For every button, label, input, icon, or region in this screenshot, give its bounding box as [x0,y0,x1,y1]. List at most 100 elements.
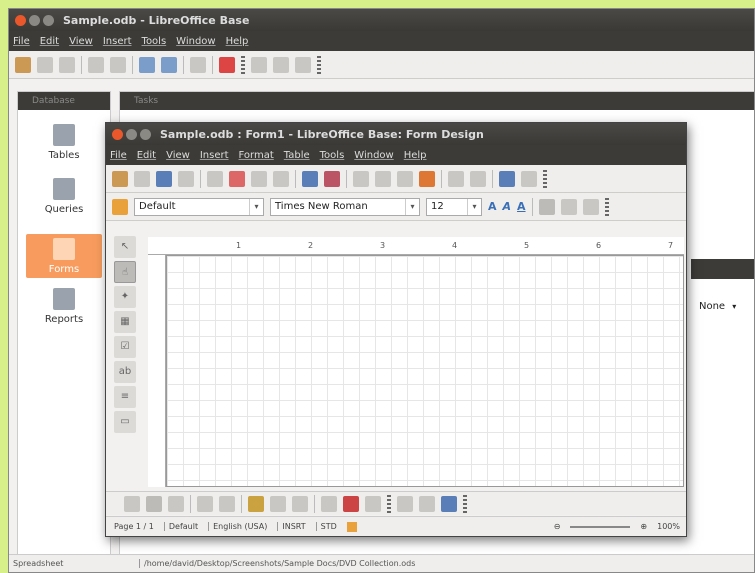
print-icon[interactable] [251,170,267,187]
form-menu-format[interactable]: Format [239,150,274,161]
form-menu-window[interactable]: Window [354,150,393,161]
db-item-reports[interactable]: Reports [26,288,102,332]
form-navigator-icon[interactable]: ▦ [114,311,136,333]
sort-descending-icon[interactable] [161,56,177,73]
print-preview-icon[interactable] [273,170,289,187]
tab-order-icon[interactable] [219,495,235,512]
db-item-forms[interactable]: Forms [26,234,102,278]
menu-help[interactable]: Help [226,36,249,47]
preview-dropdown[interactable]: None ▾ [699,301,736,312]
underline-icon[interactable]: A [517,200,526,213]
align-icon[interactable] [321,495,337,512]
menu-edit[interactable]: Edit [40,36,59,47]
undo-icon[interactable] [448,170,464,187]
toolbar-grip[interactable] [241,55,245,74]
spellcheck-icon[interactable] [302,170,318,187]
copy-icon[interactable] [375,170,391,187]
text-box-icon[interactable]: ab [114,361,136,383]
toolbar-grip[interactable] [387,494,391,513]
save-icon[interactable] [156,170,172,187]
redo-icon[interactable] [470,170,486,187]
bold-icon[interactable]: A [488,200,497,213]
form-properties-icon[interactable] [197,495,213,512]
open-icon[interactable] [134,170,150,187]
paste-icon[interactable] [110,56,126,73]
db-item-tables[interactable]: Tables [26,124,102,168]
bring-to-front-icon[interactable] [343,495,359,512]
copy-icon[interactable] [88,56,104,73]
paste-icon[interactable] [397,170,413,187]
toolbar-grip[interactable] [543,169,547,188]
edit-file-icon[interactable] [207,170,223,187]
menu-insert[interactable]: Insert [103,36,132,47]
db-item-queries[interactable]: Queries [26,178,102,222]
design-mode-toggle-icon[interactable] [146,495,162,512]
select-pointer-icon[interactable]: ↖ [114,236,136,258]
add-field-icon[interactable] [248,495,264,512]
toolbar-grip[interactable] [317,55,321,74]
activation-order-icon[interactable] [270,495,286,512]
pointer-icon[interactable] [397,495,413,512]
control-wizards-icon[interactable]: ✦ [114,286,136,308]
chevron-down-icon[interactable]: ▾ [249,198,263,215]
autospellcheck-icon[interactable] [324,170,340,187]
status-insert-mode[interactable]: INSRT [277,522,306,531]
cut-icon[interactable] [353,170,369,187]
rename-icon[interactable] [295,56,311,73]
align-center-icon[interactable] [560,198,577,215]
form-menu-file[interactable]: File [110,150,127,161]
help-icon[interactable] [219,56,235,73]
form-menu-view[interactable]: View [166,150,190,161]
minimize-window-button[interactable] [29,14,40,26]
clone-formatting-icon[interactable] [419,170,435,187]
menu-view[interactable]: View [69,36,93,47]
select-icon[interactable] [124,495,140,512]
checkbox-icon[interactable]: ☑ [114,336,136,358]
form-menu-insert[interactable]: Insert [200,150,229,161]
zoom-level[interactable]: 100% [657,522,686,531]
italic-icon[interactable]: A [503,200,512,213]
new-document-icon[interactable] [15,56,31,73]
menu-tools[interactable]: Tools [142,36,167,47]
delete-icon[interactable] [273,56,289,73]
form-design-canvas[interactable] [166,255,684,487]
status-selection-mode[interactable]: STD [315,522,337,531]
sort-ascending-icon[interactable] [139,56,155,73]
menu-window[interactable]: Window [176,36,215,47]
close-form-button[interactable] [112,128,123,140]
open-icon[interactable] [37,56,53,73]
table-icon[interactable] [521,170,537,187]
styles-icon[interactable] [112,198,128,215]
chevron-down-icon[interactable]: ▾ [405,198,419,215]
align-right-icon[interactable] [582,198,599,215]
paragraph-style-combo[interactable]: Default ▾ [134,197,264,216]
snap-grid-icon[interactable] [365,495,381,512]
navigator-icon[interactable] [499,170,515,187]
minimize-form-button[interactable] [126,128,137,140]
chevron-down-icon[interactable]: ▾ [467,198,481,215]
form-menu-edit[interactable]: Edit [137,150,156,161]
push-button-icon[interactable]: ▭ [114,411,136,433]
status-language[interactable]: English (USA) [208,522,267,531]
align-left-icon[interactable] [538,198,555,215]
font-size-combo[interactable]: 12 ▾ [426,197,482,216]
line-icon[interactable] [419,495,435,512]
export-pdf-icon[interactable] [229,170,245,187]
anchor-icon[interactable] [292,495,308,512]
maximize-form-button[interactable] [140,128,151,140]
close-window-button[interactable] [15,14,26,26]
zoom-slider[interactable] [570,525,631,528]
form-menu-tools[interactable]: Tools [320,150,345,161]
maximize-window-button[interactable] [43,14,54,26]
toolbar-grip[interactable] [463,494,467,513]
toolbar-grip[interactable] [604,197,609,216]
zoom-in-icon[interactable]: ⊕ [640,522,647,531]
email-icon[interactable] [178,170,194,187]
font-name-combo[interactable]: Times New Roman ▾ [270,197,420,216]
menu-file[interactable]: File [13,36,30,47]
edit-icon[interactable] [251,56,267,73]
form-menu-table[interactable]: Table [284,150,310,161]
formatted-field-icon[interactable]: ≡ [114,386,136,408]
new-icon[interactable] [112,170,128,187]
wizards-toggle-icon[interactable] [168,495,184,512]
